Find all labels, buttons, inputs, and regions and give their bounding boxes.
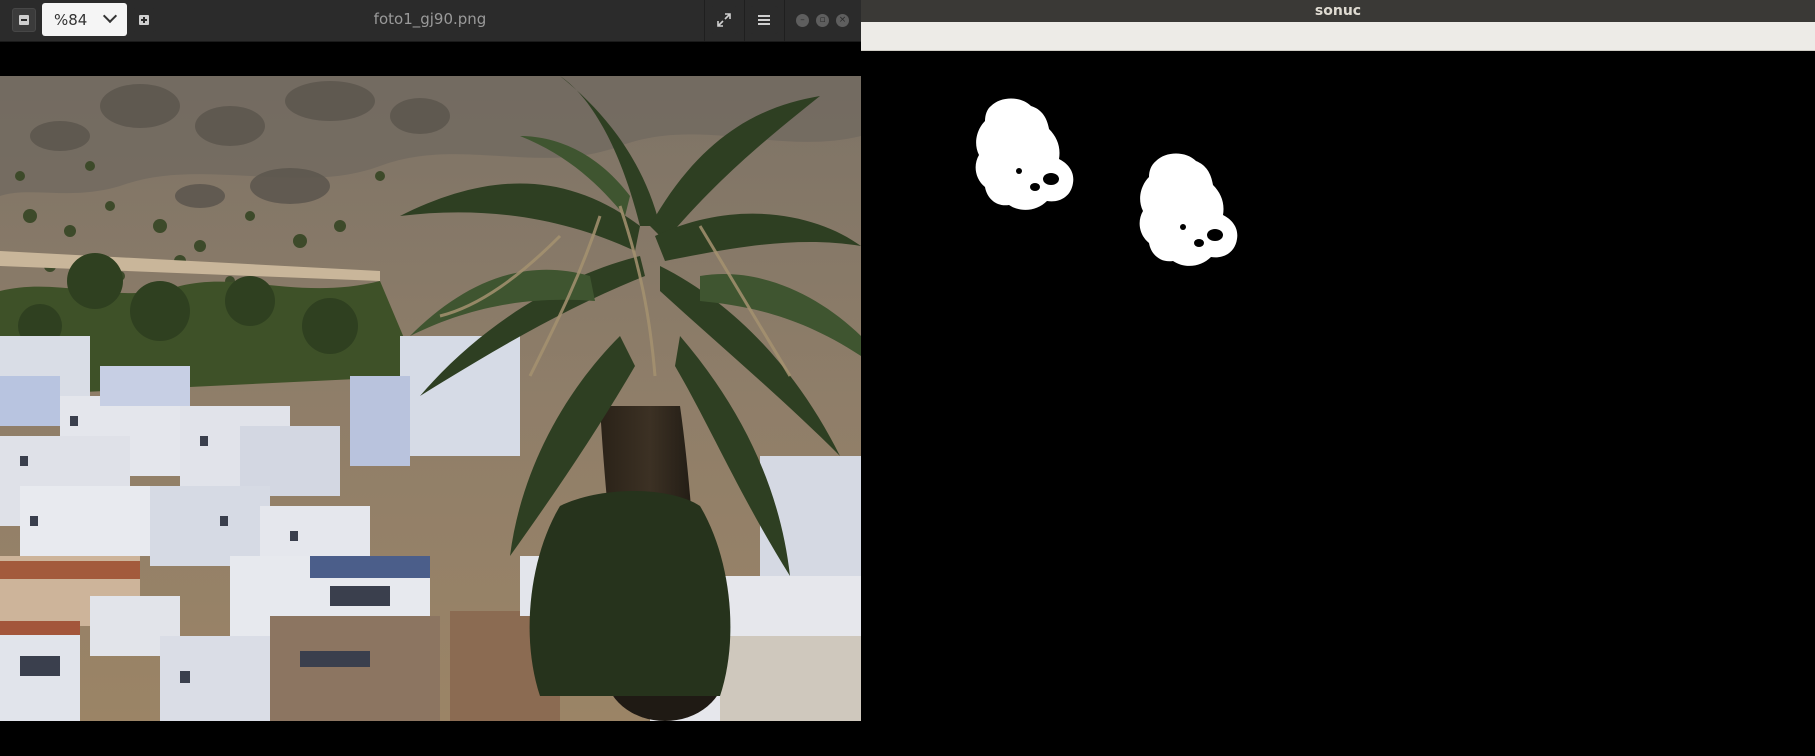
header-divider xyxy=(744,0,745,41)
photo-image xyxy=(0,76,861,721)
fullscreen-button[interactable] xyxy=(710,6,738,34)
zoom-in-button[interactable] xyxy=(132,8,156,32)
maximize-icon: ▫ xyxy=(819,15,826,25)
result-window-toolbar xyxy=(861,22,1815,51)
zoom-level-value: %84 xyxy=(54,10,88,29)
menu-button[interactable] xyxy=(750,6,778,34)
maximize-button[interactable]: ▫ xyxy=(816,14,829,27)
minimize-button[interactable]: – xyxy=(796,14,809,27)
mask-blob xyxy=(975,98,1074,210)
chevron-down-icon xyxy=(102,8,118,24)
displayed-photo xyxy=(0,76,861,721)
image-viewer-window: %84 foto1_gj90.png – ▫ × xyxy=(0,0,861,752)
expand-icon xyxy=(717,13,731,27)
close-icon: × xyxy=(838,15,847,25)
result-window-title: sonuc xyxy=(1314,3,1362,19)
minimize-icon: – xyxy=(800,15,805,25)
zoom-level-dropdown[interactable]: %84 xyxy=(42,3,127,36)
zoom-out-icon xyxy=(19,15,29,25)
header-divider xyxy=(704,0,705,41)
header-divider xyxy=(784,0,785,41)
result-window-titlebar: sonuc xyxy=(861,0,1815,22)
close-button[interactable]: × xyxy=(836,14,849,27)
result-window: sonuc xyxy=(861,0,1815,752)
mask-blob xyxy=(1139,153,1238,266)
mask-image xyxy=(975,98,1238,266)
zoom-out-button[interactable] xyxy=(12,8,36,32)
viewer-header-bar: %84 foto1_gj90.png – ▫ × xyxy=(0,0,861,42)
hamburger-menu-icon xyxy=(758,15,770,25)
window-title: foto1_gj90.png xyxy=(373,10,487,28)
zoom-in-icon xyxy=(139,15,149,25)
mask-canvas xyxy=(861,51,1815,752)
